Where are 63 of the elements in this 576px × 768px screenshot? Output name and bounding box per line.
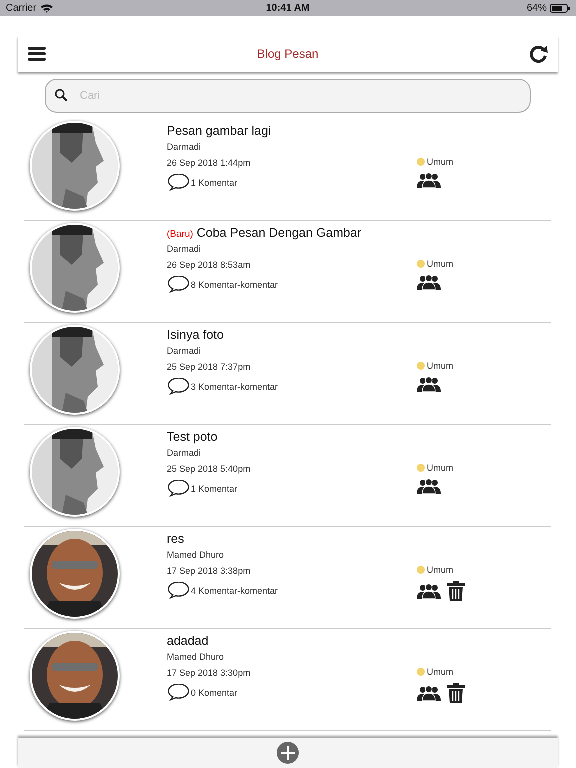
speech-bubble-icon: [167, 378, 189, 396]
add-button[interactable]: [277, 742, 299, 764]
search-field[interactable]: Cari: [45, 79, 531, 113]
audience-label: Umum: [427, 565, 454, 575]
speech-bubble-icon: [167, 276, 189, 294]
refresh-icon: [530, 46, 548, 62]
comment-count[interactable]: 4 Komentar-komentar: [191, 586, 278, 596]
clock-time: 10:41 AM: [265, 2, 311, 14]
menu-icon: [28, 46, 46, 62]
author-name: Darmadi: [167, 448, 202, 458]
group-icon[interactable]: [417, 173, 441, 188]
author-name: Mamed Dhuro: [167, 652, 226, 662]
post-title[interactable]: Pesan gambar lagi: [167, 124, 417, 138]
post-title[interactable]: adadad: [167, 634, 417, 648]
battery-icon: [550, 4, 570, 12]
speech-bubble-icon: [167, 684, 189, 702]
audience-label: Umum: [427, 157, 454, 167]
group-icon[interactable]: [417, 479, 441, 494]
comment-count[interactable]: 1 Komentar: [191, 484, 238, 494]
post-title[interactable]: (Baru) Coba Pesan Dengan Gambar: [167, 226, 417, 240]
author-name: Darmadi: [167, 244, 202, 254]
post-row[interactable]: Isinya foto Darmadi 25 Sep 2018 7:37pm 3 Komentar-komentar Umum: [24, 323, 551, 425]
post-row[interactable]: res Mamed Dhuro 17 Sep 2018 3:38pm 4 Komentar-komentar Umum: [24, 527, 551, 629]
author-name: Mamed Dhuro: [167, 550, 226, 560]
author-name: Darmadi: [167, 346, 202, 356]
post-date: 17 Sep 2018 3:30pm: [167, 668, 252, 678]
post-date: 25 Sep 2018 7:37pm: [167, 362, 252, 372]
group-icon[interactable]: [417, 275, 441, 290]
group-icon[interactable]: [417, 584, 441, 598]
post-title[interactable]: Test poto: [167, 430, 417, 444]
battery-percent: 64%: [526, 2, 547, 14]
speech-bubble-icon: [167, 480, 189, 498]
page-title: Blog Pesan: [257, 47, 319, 61]
audience-label: Umum: [427, 463, 454, 473]
comment-count[interactable]: 0 Komentar: [191, 688, 238, 698]
trash-icon[interactable]: [447, 683, 465, 703]
refresh-button[interactable]: [530, 46, 548, 62]
wifi-icon: [40, 4, 53, 12]
menu-button[interactable]: [28, 46, 46, 62]
carrier-name: Carrier: [6, 2, 37, 14]
comment-count[interactable]: 1 Komentar: [191, 178, 238, 188]
audience-label: Umum: [427, 361, 454, 371]
post-date: 25 Sep 2018 5:40pm: [167, 464, 252, 474]
comment-count[interactable]: 8 Komentar-komentar: [191, 280, 278, 290]
post-row[interactable]: Pesan gambar lagi Darmadi 26 Sep 2018 1:44pm 1 Komentar Umum: [24, 119, 551, 221]
post-row[interactable]: (Baru) Coba Pesan Dengan Gambar Darmadi 26 Sep 2018 8:53am 8 Komentar-komentar Umum: [24, 221, 551, 323]
post-row[interactable]: adadad Mamed Dhuro 17 Sep 2018 3:30pm 0 Komentar Umum: [24, 629, 551, 731]
author-name: Darmadi: [167, 142, 202, 152]
post-row[interactable]: Test poto Darmadi 25 Sep 2018 5:40pm 1 Komentar Umum: [24, 425, 551, 527]
comment-count[interactable]: 3 Komentar-komentar: [191, 382, 278, 392]
speech-bubble-icon: [167, 582, 189, 600]
audience-label: Umum: [427, 259, 454, 269]
post-title[interactable]: res: [167, 532, 417, 546]
post-date: 17 Sep 2018 3:38pm: [167, 566, 252, 576]
post-title[interactable]: Isinya foto: [167, 328, 417, 342]
trash-icon[interactable]: [447, 581, 465, 601]
audience-label: Umum: [427, 667, 454, 677]
plus-icon: [277, 742, 299, 764]
group-icon[interactable]: [417, 377, 441, 392]
group-icon[interactable]: [417, 686, 441, 700]
post-date: 26 Sep 2018 1:44pm: [167, 158, 252, 168]
post-date: 26 Sep 2018 8:53am: [167, 260, 252, 270]
speech-bubble-icon: [167, 174, 189, 192]
